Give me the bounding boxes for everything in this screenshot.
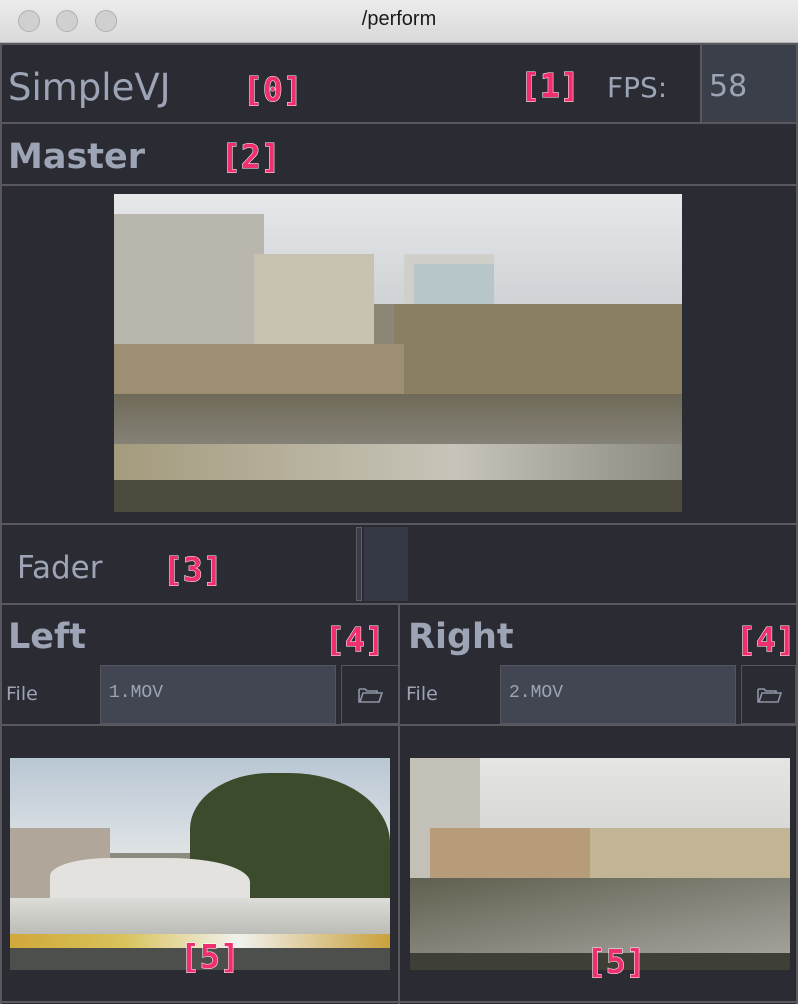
annotation-label: [1]: [520, 66, 581, 105]
annotation-label: [2]: [221, 137, 282, 176]
annotation-label: [0]: [243, 70, 304, 109]
divider: [0, 1001, 798, 1003]
left-file-label: File: [6, 683, 38, 705]
annotation-label: [3]: [163, 550, 224, 589]
divider: [0, 122, 798, 124]
left-deck-label: Left: [8, 617, 86, 657]
master-label: Master: [8, 137, 146, 177]
folder-icon: [756, 687, 782, 703]
folder-icon: [358, 687, 383, 703]
left-open-file-button[interactable]: [341, 665, 399, 724]
divider: [0, 184, 798, 186]
annotation-label: [4]: [325, 620, 386, 659]
window-titlebar: /perform: [0, 0, 798, 43]
right-file-field[interactable]: 2.MOV: [500, 665, 736, 724]
fader-label: Fader: [17, 550, 103, 586]
divider: [0, 43, 798, 45]
annotation-label: [4]: [736, 620, 797, 659]
fader-handle[interactable]: [356, 527, 362, 601]
window-title: /perform: [361, 8, 437, 30]
right-deck-label: Right: [408, 617, 514, 657]
fader-slider[interactable]: [364, 527, 408, 601]
fps-label: FPS:: [607, 71, 668, 104]
annotation-label: [5]: [180, 937, 241, 976]
right-preview: [410, 758, 790, 970]
master-preview: [114, 194, 682, 512]
left-file-field[interactable]: 1.MOV: [100, 665, 336, 724]
right-file-label: File: [406, 683, 438, 705]
divider: [0, 523, 798, 525]
annotation-label: [5]: [586, 942, 647, 981]
app-name: SimpleVJ: [8, 66, 171, 109]
right-open-file-button[interactable]: [741, 665, 796, 724]
fps-display: 58: [700, 45, 796, 122]
fps-value: 58: [709, 69, 748, 104]
